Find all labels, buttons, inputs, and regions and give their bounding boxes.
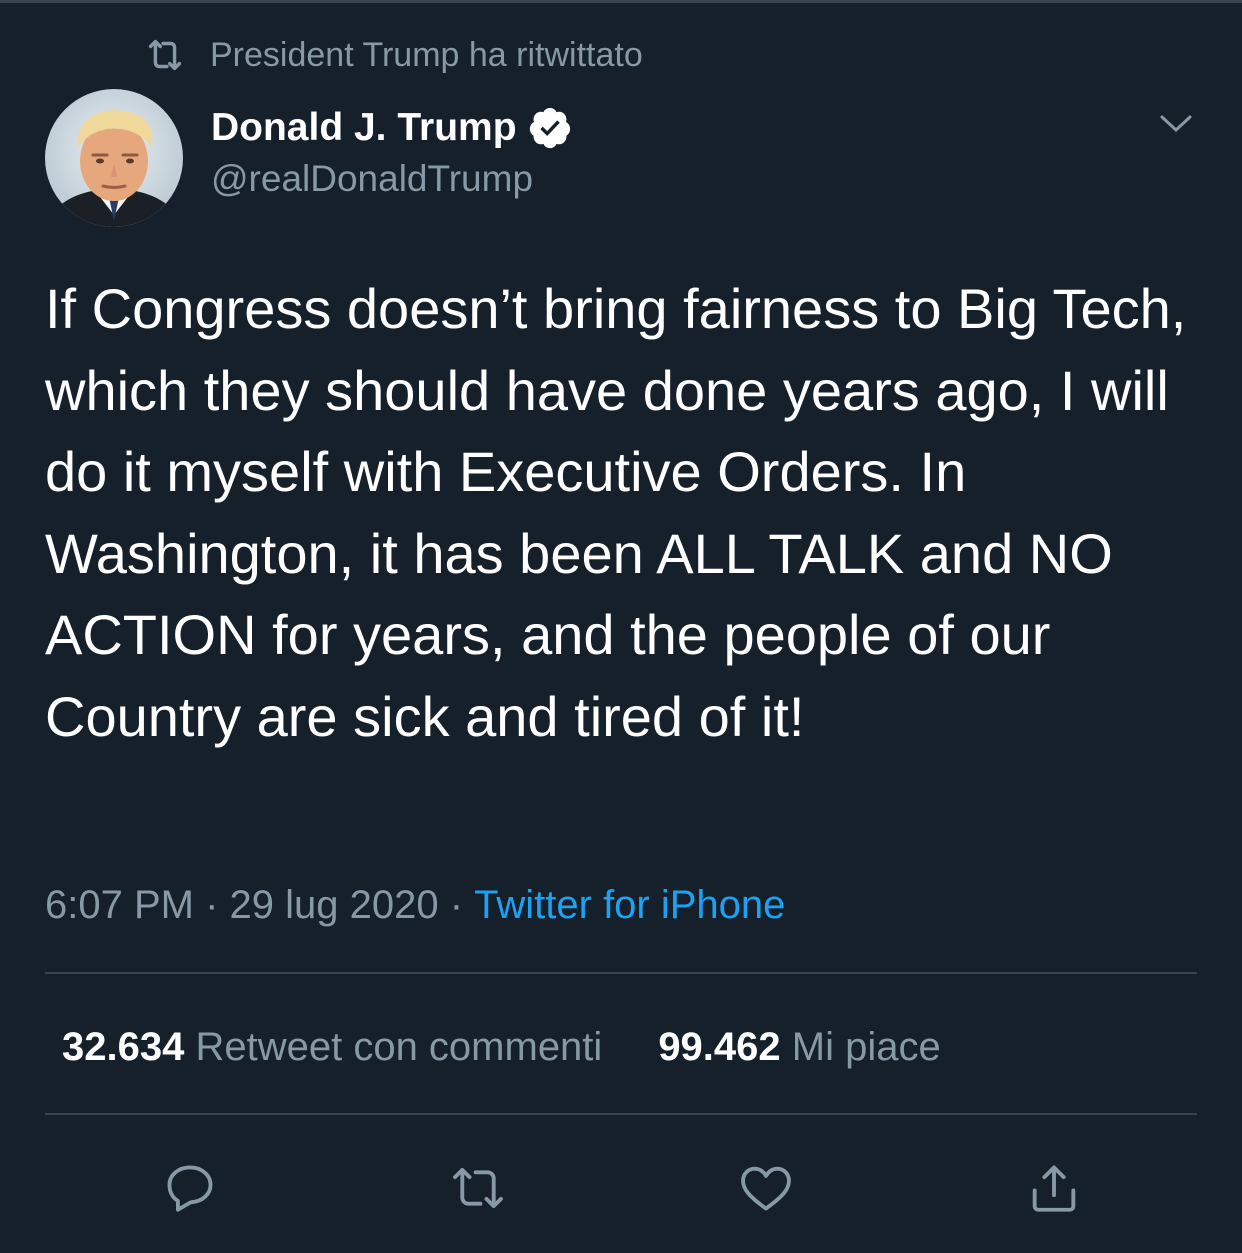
tweet-action-bar (0, 1150, 1242, 1226)
tweet-text: If Congress doesn’t bring fairness to Bi… (45, 277, 1187, 748)
tweet-source-link[interactable]: Twitter for iPhone (474, 883, 785, 928)
chevron-down-icon[interactable] (1156, 108, 1196, 138)
meta-separator: · (438, 882, 475, 927)
divider (45, 972, 1197, 974)
retweet-icon (142, 32, 188, 78)
author-handle[interactable]: @realDonaldTrump (211, 158, 533, 200)
divider (45, 1113, 1197, 1115)
tweet-date[interactable]: 29 lug 2020 (230, 883, 439, 928)
like-label[interactable]: Mi piace (792, 1025, 941, 1070)
quote-count[interactable]: 32.634 (62, 1025, 184, 1070)
tweet-stats: 32.634 Retweet con commenti 99.462 Mi pi… (62, 1020, 941, 1074)
tweet-meta: 6:07 PM · 29 lug 2020 · Twitter for iPho… (45, 880, 785, 930)
avatar[interactable] (45, 89, 183, 227)
meta-separator: · (193, 882, 230, 927)
retweet-context-label: President Trump ha ritwittato (210, 35, 643, 74)
top-edge-divider (0, 0, 1242, 3)
verified-badge-icon (527, 105, 573, 151)
retweet-icon[interactable] (440, 1150, 516, 1226)
reply-icon[interactable] (152, 1150, 228, 1226)
retweet-context[interactable]: President Trump ha ritwittato (142, 30, 643, 80)
display-name[interactable]: Donald J. Trump (211, 106, 517, 150)
share-icon[interactable] (1016, 1150, 1092, 1226)
tweet-time[interactable]: 6:07 PM (45, 883, 194, 928)
quote-label[interactable]: Retweet con commenti (195, 1025, 602, 1070)
like-count[interactable]: 99.462 (658, 1025, 780, 1070)
like-heart-icon[interactable] (728, 1150, 804, 1226)
author-name-row[interactable]: Donald J. Trump (211, 100, 573, 156)
